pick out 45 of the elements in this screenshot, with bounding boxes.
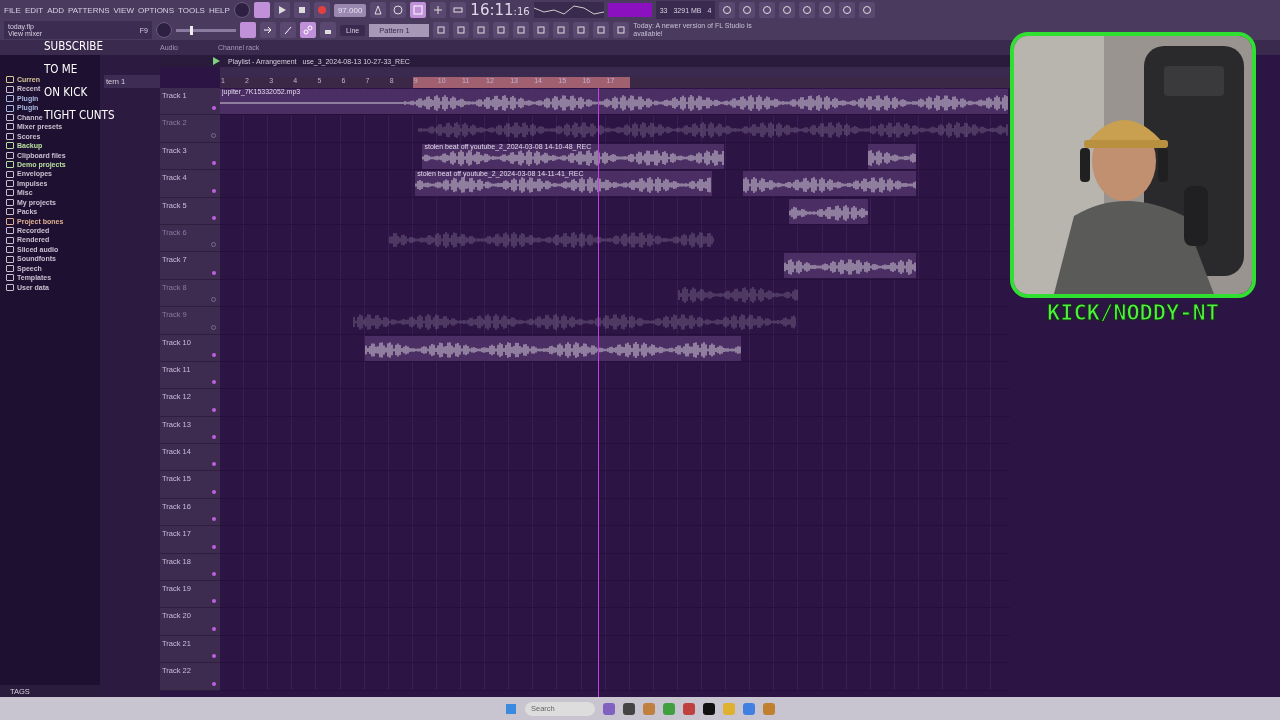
metronome-icon — [372, 4, 385, 16]
link-icon — [302, 24, 314, 36]
menu-item[interactable]: TOOLS — [178, 5, 205, 15]
arrow-icon — [262, 24, 274, 36]
overlay-text: TIGHT CUNTS — [44, 108, 115, 121]
audio-clip[interactable] — [742, 171, 917, 197]
metronome-button[interactable] — [370, 2, 387, 18]
pitch-knob[interactable] — [156, 22, 172, 38]
overlay-text: ON KICK — [44, 85, 89, 98]
countdown-button[interactable] — [410, 2, 427, 18]
menu-item[interactable]: FILE — [4, 5, 21, 15]
grid-icon — [412, 4, 425, 16]
overlay-text: TO ME — [44, 62, 79, 75]
menu-item[interactable]: PATTERNS — [68, 5, 110, 15]
plus-icon — [432, 4, 445, 16]
brush-button[interactable] — [280, 22, 296, 38]
menu-item[interactable]: EDIT — [24, 5, 44, 15]
record-icon — [315, 4, 328, 16]
master-slider[interactable] — [176, 28, 236, 32]
overlay-text: SUBSCRIBE — [44, 39, 105, 52]
audio-clip[interactable] — [788, 198, 869, 224]
channel-name: KICK/NODDY-NT — [1045, 300, 1221, 325]
play-button[interactable] — [273, 2, 290, 18]
stamp-button[interactable] — [320, 22, 336, 38]
menu-item[interactable]: VIEW — [113, 5, 134, 15]
waveform-drawing — [868, 149, 917, 168]
slider-thumb[interactable] — [190, 25, 194, 35]
windows-icon — [505, 702, 517, 715]
stop-button[interactable] — [293, 2, 310, 18]
arrow-button[interactable] — [260, 22, 276, 38]
taskbar-app-icon[interactable] — [623, 702, 635, 715]
menu-item[interactable]: HELP — [208, 5, 230, 15]
cpu-graph — [533, 2, 604, 18]
audio-clip[interactable] — [868, 143, 917, 169]
output-meter — [607, 3, 652, 17]
audio-clip[interactable] — [364, 335, 741, 361]
audio-clip[interactable] — [783, 253, 917, 279]
menu-item[interactable]: ADD — [47, 5, 65, 15]
volume-knob[interactable] — [233, 2, 250, 18]
song-time: 16:11:16 — [470, 1, 530, 19]
menu-item[interactable]: OPTIONS — [137, 5, 174, 15]
pattern-song-toggle[interactable] — [253, 2, 270, 18]
brush-icon — [282, 24, 294, 36]
blend-button[interactable] — [430, 2, 447, 18]
taskbar-app-icon[interactable] — [703, 702, 715, 715]
